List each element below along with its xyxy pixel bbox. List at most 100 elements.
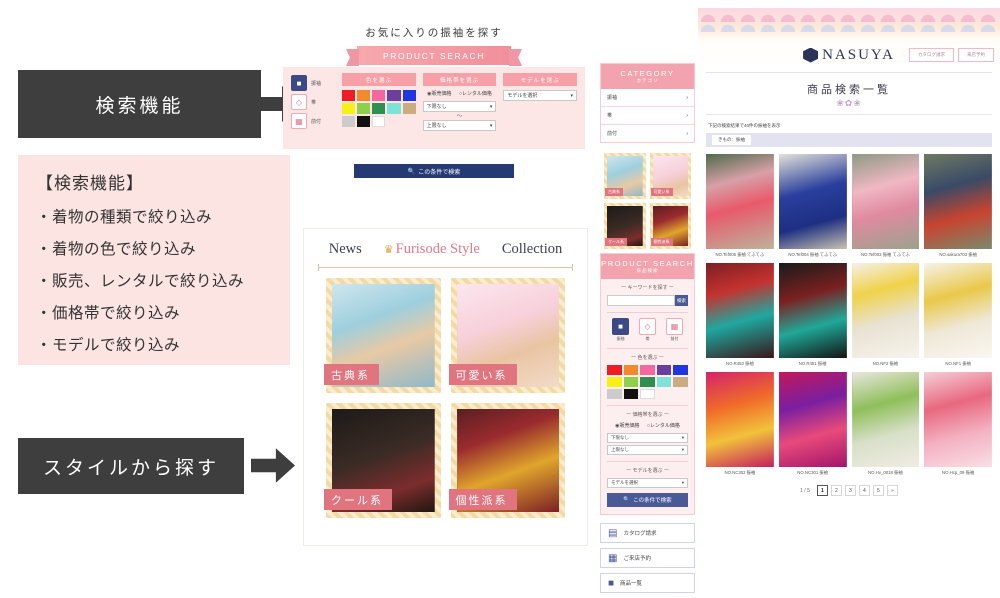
category-option-obi[interactable]: ◇ 帯 bbox=[291, 94, 335, 110]
header-reservation-button[interactable]: 来店予約 bbox=[958, 48, 994, 62]
color-swatch-grid[interactable] bbox=[342, 90, 416, 127]
style-card[interactable]: クール系 bbox=[324, 403, 441, 518]
color-swatch[interactable] bbox=[342, 90, 356, 101]
product-card[interactable]: NO.R453 振袖 bbox=[706, 263, 774, 367]
product-card[interactable]: NO.Tef005 振袖 てふてふ bbox=[706, 154, 774, 258]
sidebar-model-select[interactable]: モデルを選択 ▾ bbox=[607, 478, 688, 488]
color-filter-header: 色を選ぶ bbox=[342, 73, 416, 86]
color-swatch[interactable] bbox=[357, 90, 371, 101]
color-swatch[interactable] bbox=[342, 116, 356, 127]
sidebar-item-accessory[interactable]: 前付 › bbox=[601, 125, 694, 142]
color-swatch[interactable] bbox=[402, 103, 416, 114]
nav-item-collection[interactable]: Collection bbox=[502, 241, 562, 258]
pagination-page[interactable]: 3 bbox=[844, 485, 856, 496]
price-min-select[interactable]: 下限なし ▾ bbox=[422, 101, 497, 112]
model-select[interactable]: モデルを選択 ▾ bbox=[503, 90, 578, 101]
search-feature-info-panel: 【検索機能】 ・着物の種類で絞り込み ・着物の色で絞り込み ・販売、レンタルで絞… bbox=[18, 155, 290, 365]
nav-item-news[interactable]: News bbox=[329, 241, 362, 258]
color-swatch[interactable] bbox=[607, 365, 622, 375]
sidebar-link-products[interactable]: ■ 商品一覧 bbox=[600, 573, 695, 593]
pagination-page[interactable]: 5 bbox=[872, 485, 884, 496]
style-card[interactable]: 古典系 bbox=[324, 278, 441, 393]
keyword-input[interactable] bbox=[607, 295, 675, 306]
sidebar-item-furisode[interactable]: 振袖 › bbox=[601, 89, 694, 107]
category-option-furisode[interactable]: ■ 振袖 bbox=[291, 75, 335, 91]
product-card[interactable]: NO.Tef003 振袖 てふてふ bbox=[851, 154, 920, 258]
color-swatch[interactable] bbox=[357, 103, 371, 114]
sidebar-cat-furisode[interactable]: ■ 振袖 bbox=[612, 318, 629, 342]
color-swatch[interactable] bbox=[357, 116, 371, 127]
color-swatch[interactable] bbox=[342, 103, 356, 114]
product-caption: NO.NC302 振袖 bbox=[724, 470, 756, 475]
sidebar-cat-obi[interactable]: ◇ 帯 bbox=[639, 318, 656, 342]
product-card[interactable]: NO.Tef004 振袖 てふてふ bbox=[778, 154, 847, 258]
sidebar-cat-accessory[interactable]: ▦ 前付 bbox=[666, 318, 683, 342]
filter-chip[interactable]: きもの：振袖 bbox=[712, 135, 751, 145]
product-card[interactable]: NO.sakura703 振袖 bbox=[924, 154, 992, 258]
search-feature-heading-label: 検索機能 bbox=[95, 95, 184, 117]
category-option-accessory[interactable]: ▦ 前付 bbox=[291, 113, 335, 129]
price-max-select[interactable]: 上限なし ▾ bbox=[422, 120, 497, 131]
product-card[interactable]: NO.NC301 振袖 bbox=[778, 372, 847, 476]
radio-rental[interactable]: ○レンタル価格 bbox=[647, 422, 680, 429]
product-image bbox=[778, 372, 847, 467]
sidebar-price-min-select[interactable]: 下限なし ▾ bbox=[607, 433, 688, 443]
color-swatch[interactable] bbox=[673, 365, 688, 375]
radio-rental[interactable]: ○レンタル価格 bbox=[459, 90, 492, 97]
color-swatch[interactable] bbox=[402, 90, 416, 101]
site-logo[interactable]: NASUYA bbox=[803, 47, 895, 64]
color-swatch[interactable] bbox=[640, 377, 655, 387]
website-mockup: CATEGORY カテゴリ 振袖 › 帯 › 前付 › 古典系 可愛い系 クール… bbox=[600, 8, 1000, 593]
color-swatch[interactable] bbox=[387, 103, 401, 114]
sidebar-price-radios[interactable]: ◉販売価格 ○レンタル価格 bbox=[607, 422, 688, 429]
color-swatch[interactable] bbox=[607, 389, 622, 399]
product-card[interactable]: NO.Hv_0018 振袖 bbox=[851, 372, 920, 476]
header-catalog-button[interactable]: カタログ請求 bbox=[909, 48, 954, 62]
color-swatch[interactable] bbox=[640, 389, 655, 399]
style-card[interactable]: 個性派系 bbox=[448, 403, 565, 518]
product-card[interactable]: NO.NC302 振袖 bbox=[706, 372, 774, 476]
sidebar-color-swatch-grid[interactable] bbox=[607, 365, 688, 399]
sidebar-item-obi[interactable]: 帯 › bbox=[601, 107, 694, 125]
pagination-page[interactable]: 4 bbox=[858, 485, 870, 496]
product-card[interactable]: NO.NF1 振袖 bbox=[924, 263, 992, 367]
sidebar-cat-label: 振袖 bbox=[616, 336, 625, 341]
style-thumb[interactable]: 古典系 bbox=[604, 153, 646, 199]
radio-sale[interactable]: ◉販売価格 bbox=[427, 90, 451, 97]
sidebar-search-button[interactable]: 🔍 この条件で検索 bbox=[607, 493, 688, 507]
pagination-page[interactable]: 2 bbox=[830, 485, 842, 496]
product-caption: NO.Tef005 振袖 てふてふ bbox=[715, 252, 765, 257]
style-thumb[interactable]: 個性派系 bbox=[649, 203, 691, 249]
product-card[interactable]: NO.Hcp_09 振袖 bbox=[924, 372, 992, 476]
color-swatch[interactable] bbox=[372, 90, 386, 101]
sidebar-link-catalog[interactable]: ▤ カタログ請求 bbox=[600, 523, 695, 543]
radio-rental-label: レンタル価格 bbox=[649, 423, 680, 429]
radio-sale[interactable]: ◉販売価格 bbox=[615, 422, 639, 429]
search-submit-button[interactable]: 🔍 この条件で検索 bbox=[354, 164, 514, 178]
keyword-search-button[interactable]: 検索 bbox=[675, 295, 688, 306]
color-swatch[interactable] bbox=[640, 365, 655, 375]
color-swatch[interactable] bbox=[372, 103, 386, 114]
sidebar-link-reservation[interactable]: ▦ ご来店予約 bbox=[600, 548, 695, 568]
color-swatch[interactable] bbox=[623, 377, 639, 387]
style-card[interactable]: 可愛い系 bbox=[448, 278, 565, 393]
color-swatch[interactable] bbox=[623, 389, 639, 399]
style-thumb[interactable]: クール系 bbox=[604, 203, 646, 249]
color-swatch[interactable] bbox=[372, 116, 386, 127]
product-card[interactable]: NO.R451 振袖 bbox=[778, 263, 847, 367]
pagination-page[interactable]: 1 bbox=[816, 485, 828, 496]
style-thumb[interactable]: 可愛い系 bbox=[649, 153, 691, 199]
nav-item-furisode-style[interactable]: ♛ Furisode Style bbox=[384, 241, 480, 258]
product-card[interactable]: NO.NF2 振袖 bbox=[851, 263, 920, 367]
color-swatch[interactable] bbox=[623, 365, 639, 375]
color-swatch[interactable] bbox=[656, 365, 672, 375]
pagination-page[interactable]: » bbox=[886, 485, 898, 496]
price-min-value: 下限なし bbox=[426, 104, 447, 110]
divider bbox=[607, 348, 688, 349]
price-type-radios[interactable]: ◉販売価格 ○レンタル価格 bbox=[423, 90, 497, 97]
color-swatch[interactable] bbox=[387, 90, 401, 101]
color-swatch[interactable] bbox=[673, 377, 688, 387]
color-swatch[interactable] bbox=[607, 377, 622, 387]
color-swatch[interactable] bbox=[656, 377, 672, 387]
sidebar-price-max-select[interactable]: 上限なし ▾ bbox=[607, 445, 688, 455]
